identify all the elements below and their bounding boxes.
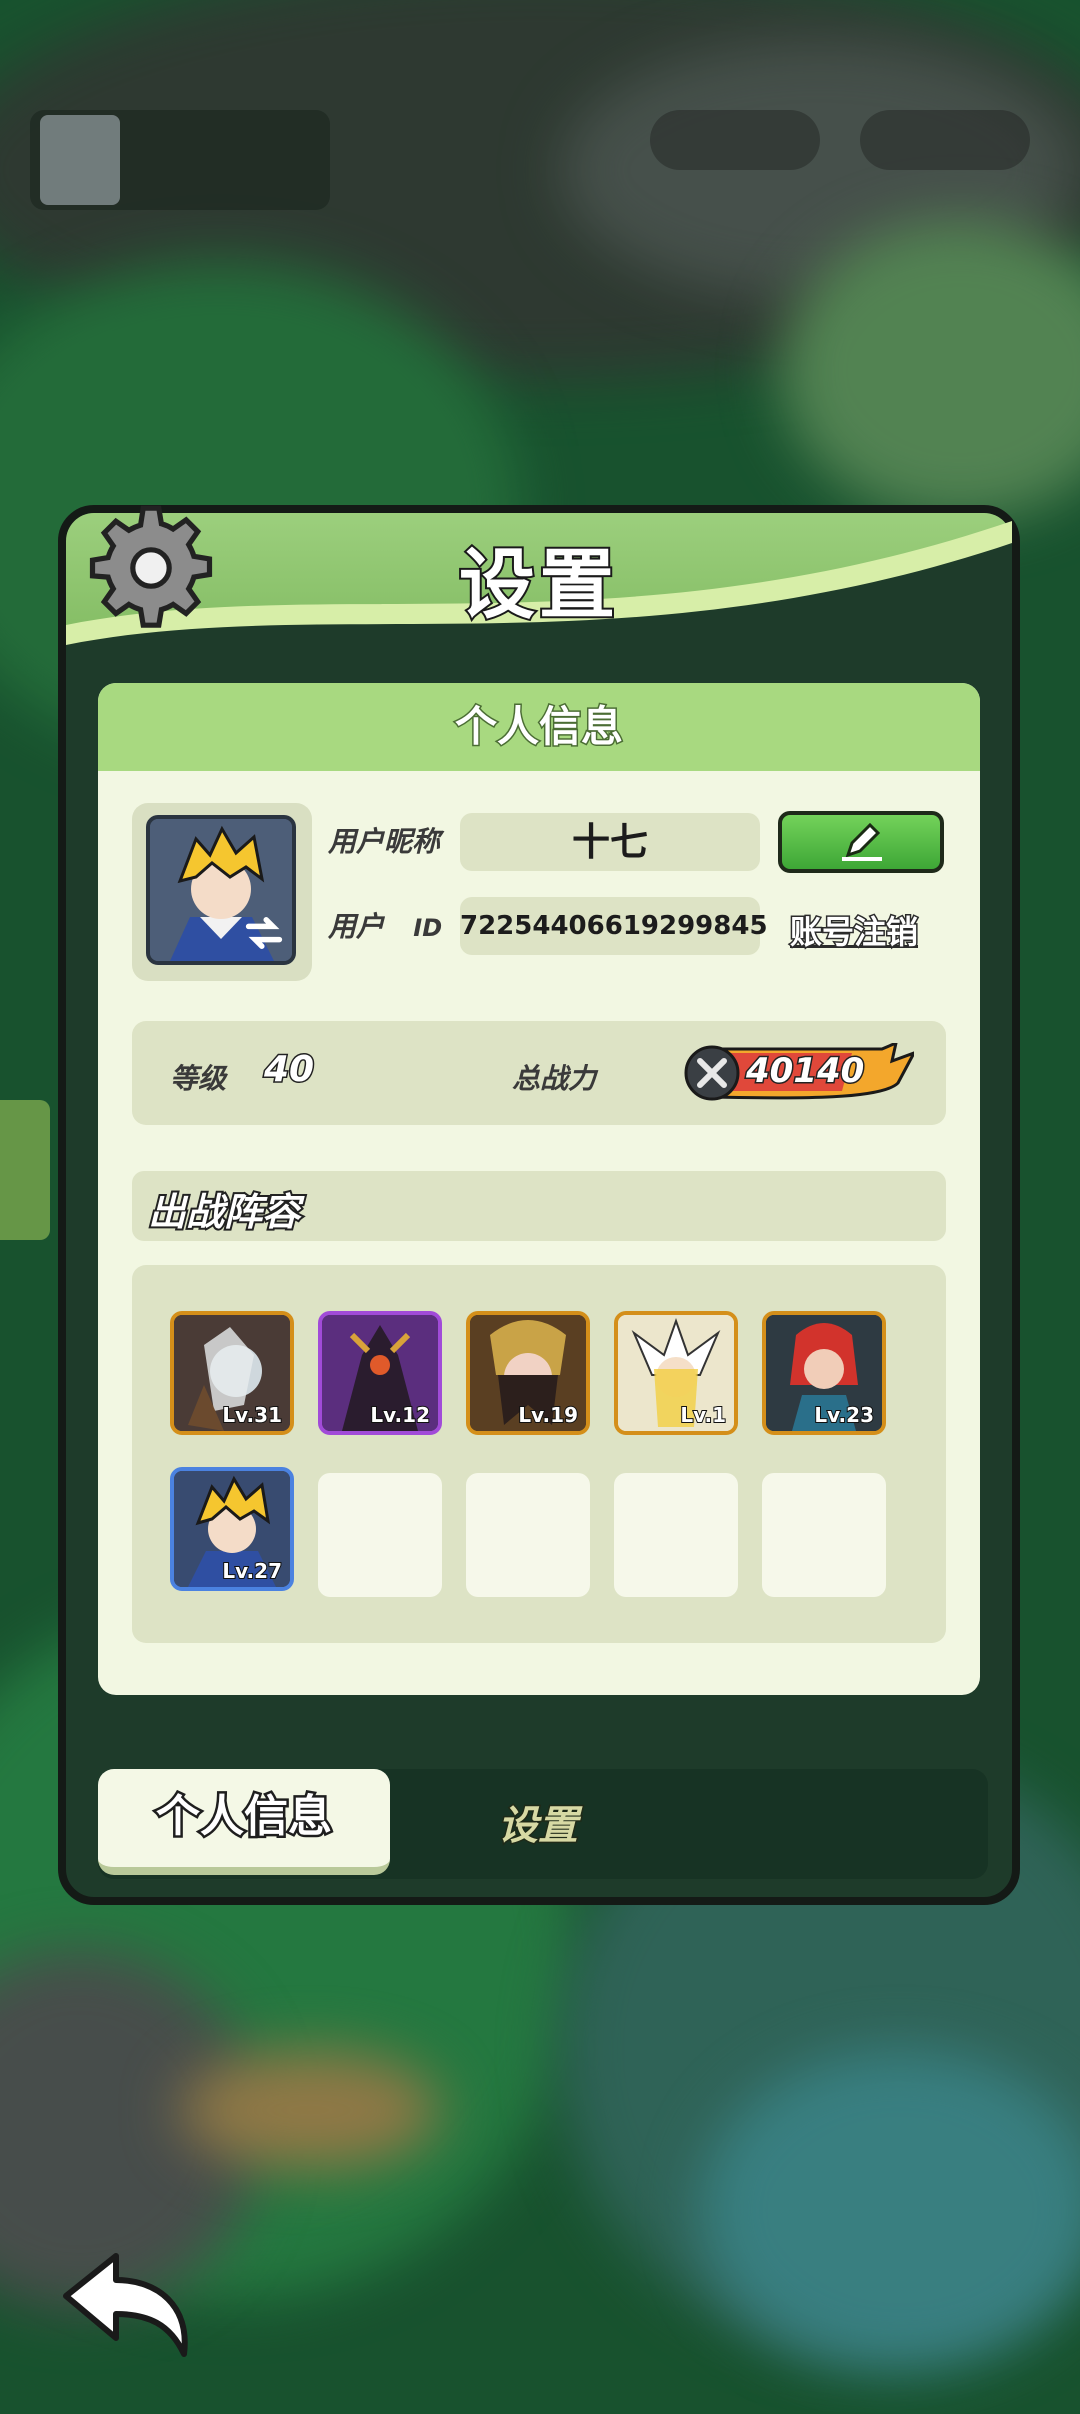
dialog-title: 设置 [457,538,619,631]
empty-hero-slot[interactable] [614,1473,738,1597]
power-value: 40140 [744,1050,865,1093]
avatar[interactable] [146,815,296,965]
user-id-field: 72254406619299845 [460,897,768,955]
pencil-icon [842,822,882,861]
hero-slot[interactable]: Lv.19 [466,1311,590,1435]
swap-avatar-icon[interactable] [242,911,286,955]
lineup-title: 出战阵容 [146,1188,302,1236]
tab-profile[interactable]: 个人信息 [98,1769,390,1875]
profile-panel: 个人信息 用户昵称 十七 用户 ID 72254406619299845 账号注… [98,683,980,1695]
settings-dialog: 设置 个人信息 用户昵称 十七 用户 ID 72254406619299845 … [58,505,1020,1905]
hud-resource-2 [860,110,1030,170]
side-handle[interactable] [0,1100,50,1240]
hero-level: Lv.19 [517,1402,579,1428]
panel-header: 个人信息 [98,683,980,771]
hero-level: Lv.23 [813,1402,875,1428]
dialog-header: 设置 [66,505,1012,663]
empty-hero-slot[interactable] [318,1473,442,1597]
level-label: 等级 [170,1062,227,1095]
hero-slot[interactable]: Lv.12 [318,1311,442,1435]
back-arrow-icon[interactable] [58,2250,198,2360]
stats-bar: 等级 40 总战力 40140 [132,1021,946,1125]
hero-slot[interactable]: Lv.23 [762,1311,886,1435]
hero-slot[interactable]: Lv.1 [614,1311,738,1435]
hero-level: Lv.27 [221,1558,283,1584]
level-value: 40 [262,1048,315,1092]
account-delete-link[interactable]: 账号注销 [788,907,919,953]
hud-avatar[interactable] [40,115,120,205]
tab-bar: 个人信息 设置 [98,1769,988,1879]
lineup-grid: Lv.31 Lv.12 Lv.19 Lv.1 Lv.23 Lv.27 [132,1265,946,1643]
hero-level: Lv.31 [221,1402,283,1428]
tab-settings[interactable]: 设置 [497,1793,580,1851]
power-badge: 40140 [682,1043,914,1103]
lineup-header: 出战阵容 [132,1171,946,1241]
hero-slot[interactable]: Lv.27 [170,1467,294,1591]
empty-hero-slot[interactable] [466,1473,590,1597]
hero-level: Lv.12 [369,1402,431,1428]
hud-resource-1 [650,110,820,170]
edit-nickname-button[interactable] [778,811,944,873]
hero-slot[interactable]: Lv.31 [170,1311,294,1435]
power-label: 总战力 [512,1062,597,1095]
nickname-label: 用户昵称 [328,825,441,858]
empty-hero-slot[interactable] [762,1473,886,1597]
avatar-frame[interactable] [132,803,312,981]
nickname-field: 十七 [460,813,760,871]
user-id-label: 用户 ID [328,910,443,943]
hero-level: Lv.1 [679,1402,727,1428]
